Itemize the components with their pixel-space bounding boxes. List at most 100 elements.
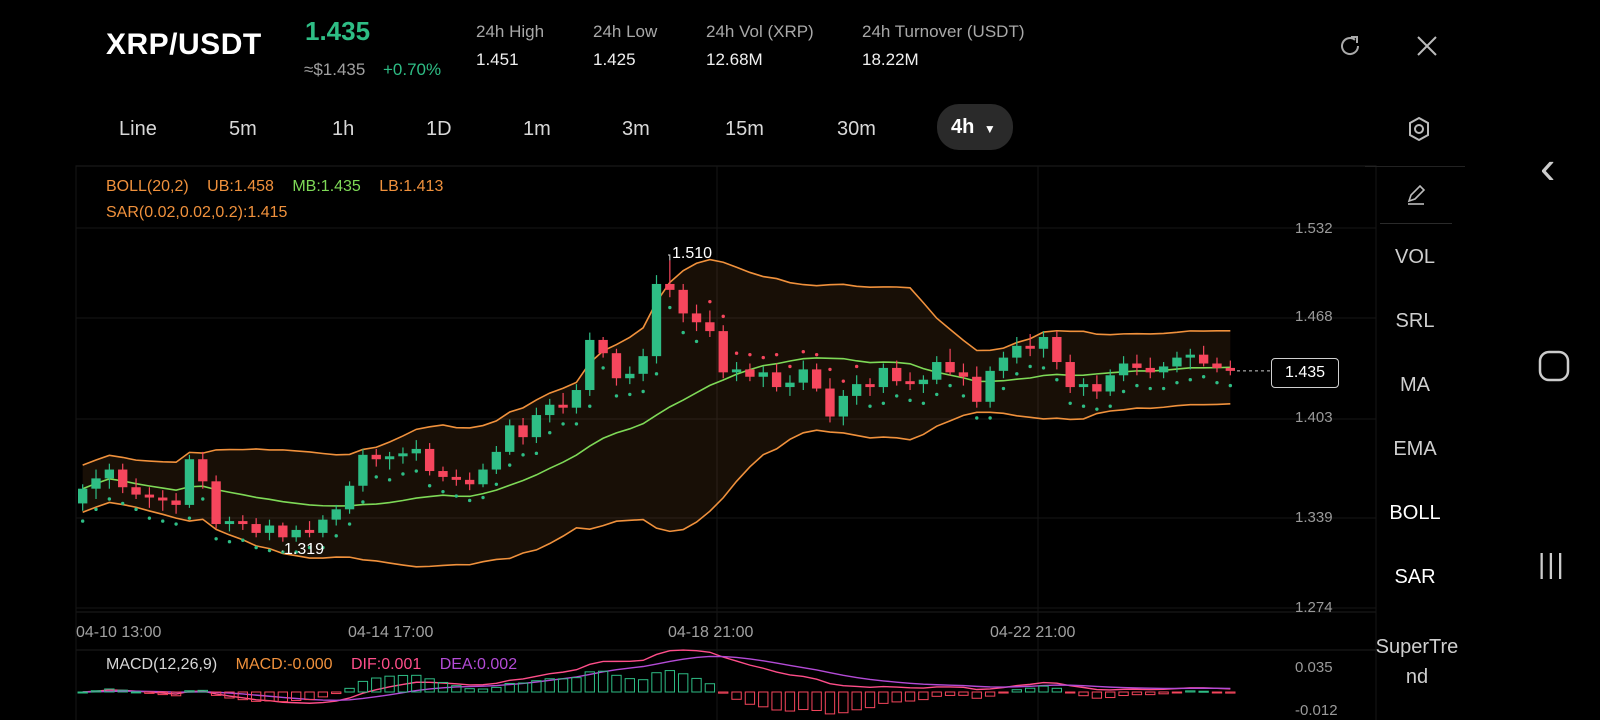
candle-body — [465, 479, 475, 485]
sar-dot — [427, 484, 432, 488]
sar-dot — [988, 416, 992, 420]
macd-bar — [557, 678, 569, 693]
candle-body — [198, 459, 208, 482]
nav-home-icon[interactable] — [1538, 350, 1570, 382]
x-tick: 04-22 21:00 — [990, 624, 1076, 641]
candle-body — [131, 487, 141, 495]
macd-name: MACD(12,26,9) — [106, 656, 218, 673]
candle-body — [211, 481, 221, 525]
sar-dot — [574, 422, 579, 426]
candle-body — [918, 379, 929, 385]
side-ma[interactable]: MA — [1365, 374, 1465, 397]
sar-dot — [854, 364, 859, 369]
candle-body — [344, 485, 355, 510]
candle-body — [1078, 384, 1089, 388]
candle-body — [905, 381, 915, 385]
sar-dot — [975, 416, 979, 420]
candle-body — [91, 478, 101, 489]
nav-recents-icon[interactable]: ||| — [1538, 548, 1566, 580]
candle-body — [1212, 363, 1222, 368]
side-srl[interactable]: SRL — [1365, 310, 1465, 333]
sar-dot — [227, 540, 232, 544]
macd-bar — [1118, 691, 1129, 697]
macd-dea: DEA:0.002 — [439, 656, 518, 673]
sar-dot — [508, 463, 512, 467]
sar-dot — [454, 494, 459, 498]
macd-bar — [918, 691, 929, 701]
candle-body — [438, 471, 448, 477]
sar-dot — [814, 352, 819, 357]
candle-body — [1025, 345, 1035, 349]
macd-bar — [384, 675, 395, 693]
macd-bar — [864, 691, 876, 709]
sar-dot — [628, 392, 632, 397]
macd-bar — [637, 679, 649, 693]
side-ema[interactable]: EMA — [1365, 438, 1465, 461]
candle-body — [424, 448, 435, 472]
candle-body — [104, 469, 115, 479]
boll-mb: MB:1.435 — [292, 178, 361, 195]
y-tick: 1.274 — [1295, 599, 1333, 616]
sar-dot — [94, 507, 98, 512]
sar-dot — [467, 498, 472, 503]
macd-legend: MACD(12,26,9) MACD:-0.000 DIF:0.001 DEA:… — [106, 656, 517, 674]
candle-body — [478, 469, 488, 485]
sar-dot — [748, 352, 752, 357]
candle-body — [985, 370, 995, 402]
edit-icon[interactable] — [1404, 183, 1428, 207]
boll-ub: UB:1.458 — [207, 178, 274, 195]
candle-body — [398, 453, 408, 457]
candle-body — [411, 448, 421, 454]
candle-body — [1105, 375, 1115, 392]
sar-dot — [868, 404, 872, 408]
current-price-tag: 1.435 — [1271, 358, 1339, 388]
macd-bar — [1211, 691, 1223, 694]
macd-bar — [597, 670, 609, 693]
macd-bar — [824, 691, 836, 715]
y-tick: 1.468 — [1295, 308, 1333, 325]
macd-bar — [1185, 690, 1196, 693]
macd-bar — [838, 691, 849, 714]
sar-dot — [374, 475, 378, 479]
nav-back-icon[interactable]: ‹ — [1540, 140, 1555, 194]
candle-body — [1185, 354, 1195, 358]
candle-body — [1158, 366, 1169, 373]
candle-body — [651, 283, 662, 357]
macd-tick: -0.012 — [1295, 702, 1338, 719]
macd-bar — [1198, 690, 1209, 693]
macd-bar — [704, 683, 716, 693]
macd-bar — [624, 678, 635, 693]
sar-dot — [214, 537, 218, 541]
high-marker-line — [668, 254, 671, 261]
candle-body — [571, 390, 582, 408]
y-tick: 1.403 — [1295, 409, 1333, 426]
sar-dot — [1148, 386, 1152, 391]
macd-bar — [1091, 691, 1103, 699]
candle-body — [825, 388, 835, 417]
sar-dot — [401, 472, 405, 476]
candle-body — [638, 356, 648, 374]
candle-body — [1038, 336, 1049, 349]
side-supertrend[interactable]: SuperTre nd — [1362, 632, 1472, 692]
sar-dot — [1108, 404, 1112, 408]
macd-bar — [651, 672, 662, 693]
macd-bar — [1131, 691, 1143, 696]
macd-bar — [798, 691, 809, 711]
candle-body — [545, 404, 555, 416]
macd-bar — [1078, 691, 1089, 697]
sar-dot — [1135, 383, 1139, 388]
sar-dot — [494, 482, 499, 486]
candle-body — [518, 425, 528, 438]
sar-dot — [121, 501, 125, 506]
price-chart[interactable] — [0, 0, 1600, 720]
sar-dot — [948, 383, 952, 388]
sar-dot — [1228, 383, 1233, 388]
macd-bar — [984, 691, 996, 697]
candle-body — [665, 283, 675, 290]
side-vol[interactable]: VOL — [1365, 246, 1465, 269]
side-boll[interactable]: BOLL — [1365, 502, 1465, 525]
side-sar[interactable]: SAR — [1365, 566, 1465, 589]
macd-bar — [477, 688, 489, 693]
candle-body — [158, 497, 168, 501]
sar-dot — [334, 534, 338, 538]
